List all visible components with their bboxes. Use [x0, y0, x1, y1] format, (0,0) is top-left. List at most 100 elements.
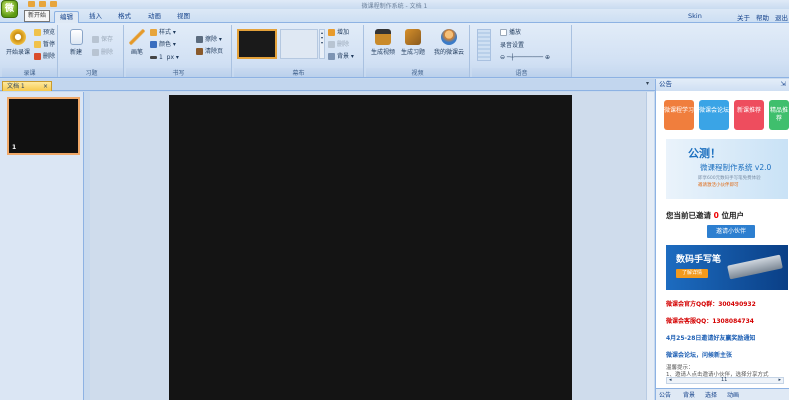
- document-tab[interactable]: 文档 1 ×: [2, 81, 52, 91]
- tile-featured[interactable]: 精品推荐: [769, 100, 789, 130]
- group-record: 开始录课 预览 暂停 删除 录课: [2, 25, 58, 77]
- volume-slider[interactable]: ⊖ ─┼──────── ⊕: [500, 54, 566, 61]
- record-settings-button[interactable]: 录音设置: [500, 41, 524, 50]
- pin-icon[interactable]: ⇲: [781, 79, 786, 90]
- undo-icon[interactable]: [39, 1, 46, 7]
- erase-button[interactable]: 擦除 ▾: [196, 35, 222, 44]
- color-icon: [150, 41, 157, 48]
- skin-menu[interactable]: Skin: [688, 12, 702, 20]
- group-label-video: 视频: [366, 68, 469, 77]
- delete-exercise-button[interactable]: 删除: [92, 48, 113, 57]
- pause-button[interactable]: 暂停: [34, 40, 55, 49]
- group-write: 画笔 样式 ▾ 颜色 ▾ 1 px ▾ 擦除 ▾ 清除页 书写: [126, 25, 232, 77]
- redo-icon[interactable]: [50, 1, 57, 7]
- curtain-swatch-selected[interactable]: [237, 29, 277, 59]
- scroll-right-icon[interactable]: ▸: [778, 378, 781, 383]
- close-icon[interactable]: ×: [43, 82, 48, 91]
- tab-animation[interactable]: 动画: [143, 11, 166, 23]
- generate-video-button[interactable]: 生成视频: [368, 29, 398, 56]
- panel-header: 公告 ⇲: [656, 79, 789, 91]
- eraser-icon: [196, 36, 203, 43]
- tab-animation-panel[interactable]: 动画: [727, 390, 739, 399]
- exercise-video-icon: [405, 29, 421, 45]
- title-bar: 微课程制作系统 - 文档 1: [0, 0, 789, 10]
- style-dropdown[interactable]: 样式 ▾: [150, 28, 176, 37]
- group-label-write: 书写: [126, 68, 231, 77]
- tab-format[interactable]: 格式: [113, 11, 136, 23]
- slide-thumbnail[interactable]: 1: [7, 97, 80, 155]
- tile-new-course[interactable]: 新课推荐: [734, 100, 764, 130]
- clear-page-button[interactable]: 清除页: [196, 47, 223, 56]
- save-icon[interactable]: [28, 1, 35, 7]
- vertical-scrollbar[interactable]: [646, 92, 654, 400]
- invite-friends-button[interactable]: 邀请小伙伴: [707, 225, 755, 238]
- tab-edit[interactable]: 编辑: [54, 11, 79, 23]
- tab-select[interactable]: 选择: [705, 390, 717, 399]
- slide-number: 1: [12, 144, 17, 151]
- learn-more-button[interactable]: 了解详情: [676, 269, 708, 278]
- info-qq-group: 微课会官方QQ群：300490932: [666, 301, 756, 308]
- exit-link[interactable]: 退出: [775, 12, 788, 22]
- tile-forum[interactable]: 微课会论坛: [699, 100, 729, 130]
- delete-icon: [34, 53, 41, 60]
- tab-list-arrow-icon[interactable]: ▾: [646, 80, 649, 87]
- tab-background[interactable]: 背景: [683, 390, 695, 399]
- public-beta-banner[interactable]: 公测！ 微课程制作系统 v2.0 即享600元数码手写笔免费体验 邀请激活小伙伴…: [666, 139, 788, 199]
- volume-meter: [477, 29, 491, 61]
- preview-icon: [34, 29, 41, 36]
- info-notice-link[interactable]: 4月25-28日邀请好友赢奖励通知: [666, 333, 755, 342]
- ribbon-tabs: 开始 编辑 插入 格式 动画 视图 Skin 关于 帮助 退出: [0, 9, 789, 23]
- slide-canvas[interactable]: [169, 95, 572, 400]
- group-exercise: 新建 保存 删除 习题: [60, 25, 124, 77]
- record-icon: [10, 29, 26, 45]
- pen-width-select[interactable]: 1 px ▾: [150, 53, 179, 62]
- pen-button[interactable]: 画笔: [126, 29, 148, 56]
- clapper-icon: [375, 29, 391, 45]
- pen-icon: [129, 29, 145, 45]
- info-forum-link[interactable]: 微课会论坛，问候新主张: [666, 350, 732, 359]
- generate-exercise-button[interactable]: 生成习题: [398, 29, 428, 56]
- group-label-exercise: 习题: [60, 68, 123, 77]
- gallery-scroll[interactable]: ▴ ▾ ▾: [319, 29, 325, 59]
- tab-insert[interactable]: 插入: [84, 11, 107, 23]
- tile-learn[interactable]: 微课程学习: [664, 100, 694, 130]
- preview-button[interactable]: 预览: [34, 28, 55, 37]
- invite-count: 您当前已邀请 0 位用户: [666, 211, 744, 220]
- play-button[interactable]: 播放: [500, 28, 521, 37]
- my-cloud-button[interactable]: 我的微课云: [430, 29, 468, 56]
- curtain-swatch[interactable]: [280, 29, 318, 59]
- color-dropdown[interactable]: 颜色 ▾: [150, 40, 176, 49]
- horizontal-scrollbar[interactable]: ◂ 11 ▸: [666, 377, 784, 384]
- scroll-left-icon[interactable]: ◂: [669, 378, 672, 383]
- start-record-button[interactable]: 开始录课: [4, 29, 32, 56]
- help-link[interactable]: 帮助: [756, 12, 769, 22]
- save-exercise-button[interactable]: 保存: [92, 35, 113, 44]
- add-curtain-button[interactable]: 增加: [328, 28, 349, 37]
- group-label-curtain: 幕布: [234, 68, 363, 77]
- line-width-icon: [150, 56, 157, 59]
- new-exercise-button[interactable]: 新建: [64, 29, 88, 56]
- tooltip: 新开始: [24, 10, 51, 22]
- background-dropdown[interactable]: 背景 ▾: [328, 52, 354, 61]
- background-icon: [328, 53, 335, 60]
- group-label-audio: 语音: [472, 68, 571, 77]
- slide-thumbnail-panel: 1: [0, 92, 84, 400]
- tab-announcement[interactable]: 公告: [659, 390, 671, 399]
- new-document-icon: [69, 29, 83, 45]
- delete-icon: [92, 49, 99, 56]
- side-panel: 公告 ⇲ 微课程学习 微课会论坛 新课推荐 精品推荐 公测！ 微课程制作系统 v…: [655, 79, 789, 400]
- group-audio: 播放 录音设置 ⊖ ─┼──────── ⊕ 语音: [472, 25, 572, 77]
- digital-pen-banner[interactable]: 数码手写笔 了解详情: [666, 245, 788, 290]
- ribbon: 开始录课 预览 暂停 删除 录课 新建 保存 删除 习题 画笔 样式 ▾ 颜色 …: [0, 23, 789, 78]
- style-icon: [150, 29, 157, 36]
- play-icon: [500, 29, 507, 36]
- about-link[interactable]: 关于: [737, 12, 750, 22]
- scroll-value: 11: [721, 377, 728, 383]
- delete-curtain-button[interactable]: 删除: [328, 40, 349, 49]
- group-curtain: ▴ ▾ ▾ 增加 删除 背景 ▾ 幕布: [234, 25, 364, 77]
- save-icon: [92, 36, 99, 43]
- delete-record-button[interactable]: 删除: [34, 52, 55, 61]
- app-menu-button[interactable]: 微: [1, 0, 18, 18]
- group-video: 生成视频 生成习题 我的微课云 视频: [366, 25, 470, 77]
- tab-view[interactable]: 视图: [172, 11, 195, 23]
